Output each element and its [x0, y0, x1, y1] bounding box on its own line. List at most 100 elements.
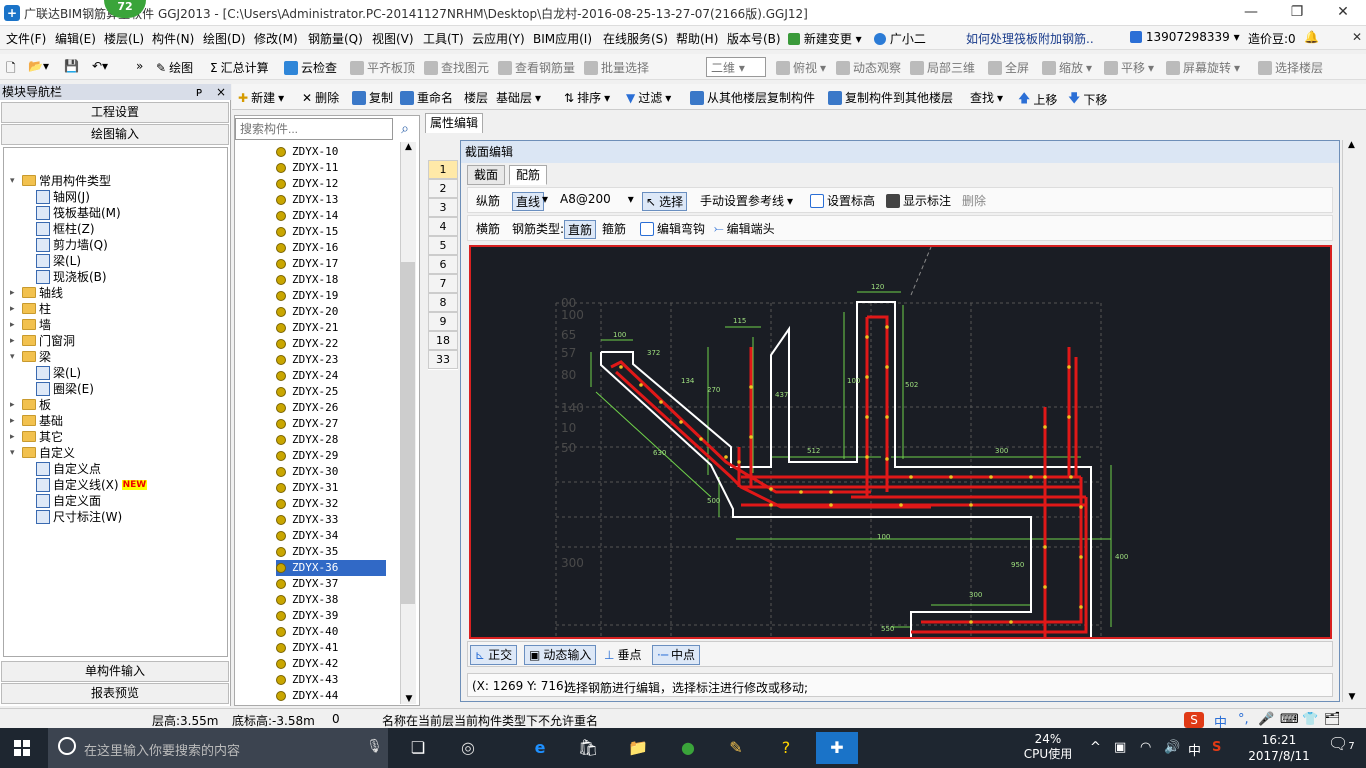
grid-row-header[interactable]: 3: [428, 198, 458, 217]
scroll-down-icon[interactable]: ▼: [401, 694, 417, 704]
project-settings-button[interactable]: 工程设置: [1, 102, 229, 123]
manual-ref-line-select[interactable]: 手动设置参考线 ▾: [700, 192, 793, 209]
save-icon[interactable]: 💾: [64, 59, 79, 73]
rebar-point[interactable]: [1043, 585, 1047, 589]
dimension-label[interactable]: 100: [847, 377, 860, 385]
tab-rebar[interactable]: 配筋: [509, 165, 548, 185]
tree-item[interactable]: 自定义面: [36, 492, 101, 509]
rename-button[interactable]: 重命名: [400, 89, 453, 106]
price-beans[interactable]: 造价豆:0: [1248, 30, 1296, 47]
drawing-input-button[interactable]: 绘图输入: [1, 124, 229, 145]
dimension-label[interactable]: 100: [877, 533, 890, 541]
rebar-point[interactable]: [1043, 475, 1047, 479]
rotate-button[interactable]: 屏幕旋转 ▾: [1166, 59, 1240, 76]
list-item[interactable]: ZDYX-11: [276, 160, 386, 176]
menu-component[interactable]: 构件(N): [152, 30, 194, 47]
ime-punct[interactable]: °,: [1238, 712, 1249, 727]
dimension-label[interactable]: 115: [733, 317, 746, 325]
rebar-point[interactable]: [1067, 365, 1071, 369]
open-file-icon[interactable]: 📂▾: [28, 59, 49, 73]
mic-icon[interactable]: 🎙: [366, 739, 383, 754]
dimension-label[interactable]: 550: [881, 625, 894, 633]
list-item[interactable]: ZDYX-25: [276, 384, 386, 400]
menu-draw[interactable]: 绘图(D): [203, 30, 246, 47]
rebar-point[interactable]: [865, 455, 869, 459]
dimension-label[interactable]: 630: [653, 449, 666, 457]
edit-hook-button[interactable]: 编辑弯钩: [640, 220, 705, 237]
wifi-icon[interactable]: ◠: [1140, 740, 1151, 755]
grid-row-header[interactable]: 4: [428, 217, 458, 236]
dynamic-input-button[interactable]: ▣ 动态输入: [524, 645, 597, 665]
tree-item[interactable]: ▸ 基础: [10, 412, 63, 429]
ime-voice-icon[interactable]: 🎤: [1258, 712, 1274, 727]
list-item[interactable]: ZDYX-42: [276, 656, 386, 672]
ggj-app-icon[interactable]: ✚: [816, 732, 858, 764]
bell-icon[interactable]: 🔔: [1304, 30, 1319, 44]
scroll-up-icon[interactable]: ▲: [401, 142, 416, 152]
align-top-button[interactable]: 平齐板顶: [350, 59, 415, 76]
view-mode-select[interactable]: 二维 ▾: [706, 57, 766, 77]
menu-online[interactable]: 在线服务(S): [603, 30, 668, 47]
tree-item[interactable]: 框柱(Z): [36, 220, 95, 237]
list-item[interactable]: ZDYX-21: [276, 320, 386, 336]
tree-item[interactable]: ▸ 轴线: [10, 284, 63, 301]
rebar-point[interactable]: [699, 437, 703, 441]
copy-component-button[interactable]: 复制: [352, 89, 393, 106]
app-360-icon[interactable]: ◎: [448, 732, 488, 764]
dimension-label[interactable]: 512: [807, 447, 820, 455]
help-app-icon[interactable]: ?: [766, 732, 806, 764]
rebar-point[interactable]: [659, 400, 663, 404]
menu-floor[interactable]: 楼层(L): [104, 30, 144, 47]
guang-button[interactable]: 广小二: [874, 30, 926, 47]
taskbar-search[interactable]: 在这里输入你要搜索的内容 🎙: [48, 728, 388, 768]
grid-row-header[interactable]: 2: [428, 179, 458, 198]
right-scrollbar[interactable]: ▲ ▼: [1342, 140, 1360, 702]
grid-row-header[interactable]: 8: [428, 293, 458, 312]
local-3d-button[interactable]: 局部三维: [910, 59, 975, 76]
notes-icon[interactable]: ✎: [716, 732, 756, 764]
notification-icon[interactable]: 🗨7: [1328, 734, 1355, 753]
find-element-button[interactable]: 查找图元: [424, 59, 489, 76]
rebar-point[interactable]: [989, 475, 993, 479]
rebar-point[interactable]: [769, 503, 773, 507]
sogou-icon[interactable]: S: [1184, 712, 1204, 728]
search-icon[interactable]: ⌕: [395, 118, 415, 140]
dimension-label[interactable]: 134: [681, 377, 695, 385]
tree-item[interactable]: 尺寸标注(W): [36, 508, 122, 525]
rebar-point[interactable]: [885, 457, 889, 461]
search-input[interactable]: [235, 118, 393, 140]
rebar-point[interactable]: [969, 503, 973, 507]
line-mode-dropdown-icon[interactable]: ▾: [542, 192, 548, 206]
grid-row-header[interactable]: 5: [428, 236, 458, 255]
dimension-label[interactable]: 50: [561, 441, 576, 455]
grid-row-header[interactable]: 18: [428, 331, 458, 350]
filter-button[interactable]: ▼ 过滤 ▾: [626, 89, 671, 106]
rebar-point[interactable]: [1067, 415, 1071, 419]
transverse-button[interactable]: 横筋: [476, 220, 500, 237]
rebar-spec-select[interactable]: A8@200 ▾: [560, 192, 634, 206]
nav-close-icon[interactable]: ×: [216, 84, 226, 100]
tree-item[interactable]: ▸ 柱: [10, 300, 51, 317]
menu-help[interactable]: 帮助(H): [676, 30, 718, 47]
perpendicular-button[interactable]: ⊥ 垂点: [600, 645, 645, 665]
menu-file[interactable]: 文件(F): [6, 30, 46, 47]
tree-item[interactable]: 圈梁(E): [36, 380, 94, 397]
tree-item[interactable]: ▾ 梁: [10, 348, 51, 365]
tray-app-icon[interactable]: ▣: [1114, 740, 1126, 755]
rebar-point[interactable]: [1029, 475, 1033, 479]
dimension-label[interactable]: 65: [561, 328, 576, 342]
menu-view[interactable]: 视图(V): [372, 30, 414, 47]
dimension-label[interactable]: 300: [995, 447, 1008, 455]
rebar-point[interactable]: [737, 460, 741, 464]
grid-row-header[interactable]: 1: [428, 160, 458, 179]
list-item[interactable]: ZDYX-17: [276, 256, 386, 272]
dimension-label[interactable]: 437: [775, 391, 788, 399]
list-item[interactable]: ZDYX-27: [276, 416, 386, 432]
single-input-button[interactable]: 单构件输入: [1, 661, 229, 682]
report-preview-button[interactable]: 报表预览: [1, 683, 229, 704]
expand-icon[interactable]: ▸: [10, 336, 19, 346]
rebar-point[interactable]: [619, 365, 623, 369]
scroll-thumb[interactable]: [401, 262, 415, 604]
rebar-point[interactable]: [1009, 620, 1013, 624]
draw-button[interactable]: ✎ 绘图: [156, 59, 193, 76]
